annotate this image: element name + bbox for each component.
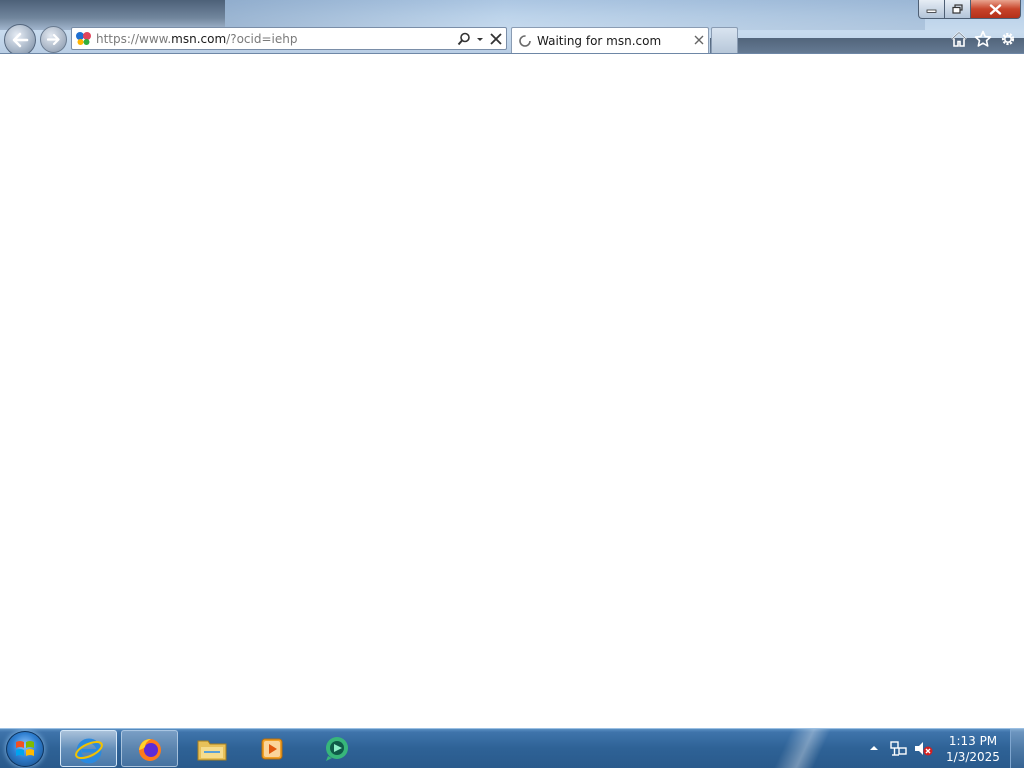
taskbar-messenger[interactable] — [308, 730, 365, 767]
restore-icon — [952, 4, 963, 14]
clock-date: 1/3/2025 — [946, 750, 1000, 764]
network-icon[interactable] — [890, 740, 908, 757]
media-player-icon — [261, 738, 283, 760]
restore-button[interactable] — [944, 0, 971, 19]
search-icon[interactable] — [456, 31, 472, 47]
clock-time: 1:13 PM — [948, 734, 998, 748]
taskbar-firefox[interactable] — [121, 730, 178, 767]
screen: https://www.msn.com/?ocid=iehp Waiting f… — [0, 0, 1024, 768]
taskbar-glare — [760, 729, 850, 768]
messenger-icon — [326, 737, 348, 761]
back-button[interactable] — [4, 24, 36, 54]
forward-arrow-icon — [46, 33, 60, 46]
back-arrow-icon — [12, 32, 29, 48]
internet-explorer-icon — [75, 738, 103, 764]
loading-spinner-icon — [519, 35, 531, 47]
browser-chrome: https://www.msn.com/?ocid=iehp Waiting f… — [0, 0, 1024, 54]
msn-butterfly-icon — [76, 32, 91, 45]
folder-icon — [197, 740, 227, 761]
chrome-background — [0, 0, 225, 30]
system-clock[interactable]: 1:13 PM 1/3/2025 — [943, 733, 1003, 765]
minimize-icon — [926, 9, 937, 13]
home-icon[interactable] — [950, 30, 968, 48]
new-tab-button[interactable] — [711, 27, 738, 53]
window-controls — [918, 0, 1021, 19]
chevron-up-icon[interactable] — [869, 744, 879, 752]
firefox-icon — [139, 739, 161, 761]
start-button[interactable] — [6, 731, 44, 767]
tab-title: Waiting for msn.com — [537, 34, 662, 48]
close-icon — [989, 3, 1002, 15]
taskbar-internet-explorer[interactable] — [60, 730, 117, 767]
windows-logo-icon — [16, 741, 34, 756]
chrome-background — [225, 0, 925, 30]
taskbar-media-player[interactable] — [244, 730, 301, 767]
star-icon[interactable] — [974, 30, 992, 48]
chevron-down-icon[interactable] — [474, 31, 486, 47]
forward-button[interactable] — [40, 26, 67, 53]
url-text[interactable]: https://www.msn.com/?ocid=iehp — [96, 31, 297, 47]
minimize-button[interactable] — [918, 0, 945, 19]
close-window-button[interactable] — [970, 0, 1021, 19]
url-suffix: /?ocid=iehp — [226, 32, 298, 46]
volume-muted-icon[interactable] — [914, 740, 933, 757]
tab-msn[interactable]: Waiting for msn.com — [511, 27, 709, 54]
tab-close-icon[interactable] — [693, 34, 705, 46]
url-prefix: https://www. — [96, 32, 172, 46]
close-icon[interactable] — [488, 31, 504, 47]
show-desktop-button[interactable] — [1010, 729, 1024, 768]
address-bar[interactable]: https://www.msn.com/?ocid=iehp — [71, 27, 507, 50]
page-content[interactable] — [0, 54, 1024, 728]
taskbar: 1:13 PM 1/3/2025 — [0, 728, 1024, 768]
gear-icon[interactable] — [999, 30, 1017, 48]
url-host: msn.com — [171, 32, 227, 46]
taskbar-windows-explorer[interactable] — [183, 730, 240, 767]
